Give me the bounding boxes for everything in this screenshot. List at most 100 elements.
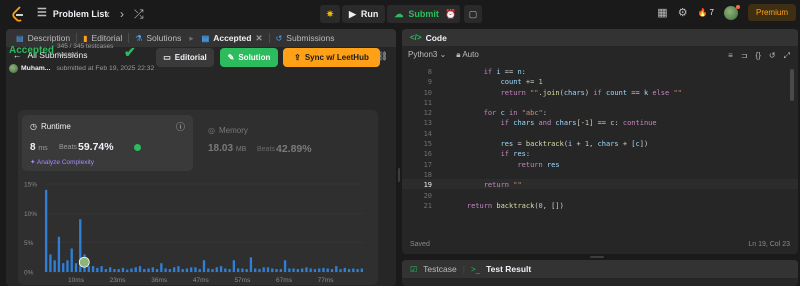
- chart-bar[interactable]: [138, 266, 142, 272]
- next-problem-icon[interactable]: ›: [120, 7, 124, 22]
- chart-bar[interactable]: [160, 263, 163, 272]
- chart-bar[interactable]: [360, 268, 364, 272]
- chart-bar[interactable]: [215, 267, 218, 272]
- chart-bar[interactable]: [202, 260, 206, 272]
- chart-bar[interactable]: [305, 267, 308, 272]
- vertical-scrollbar[interactable]: [790, 69, 794, 101]
- chart-bar[interactable]: [207, 268, 210, 272]
- auto-toggle[interactable]: 🔒︎ Auto: [456, 50, 479, 60]
- chart-bar[interactable]: [300, 268, 304, 272]
- chart-bar[interactable]: [53, 260, 56, 272]
- chart-bar[interactable]: [283, 260, 287, 272]
- chart-bar[interactable]: [44, 189, 48, 272]
- your-submission-marker[interactable]: [78, 256, 90, 268]
- chart-bar[interactable]: [194, 267, 197, 272]
- chart-bar[interactable]: [211, 269, 214, 272]
- shuffle-icon[interactable]: ⤮: [134, 7, 144, 22]
- chart-bar[interactable]: [151, 267, 154, 272]
- chart-bar[interactable]: [143, 269, 146, 272]
- info-icon[interactable]: ⓘ: [176, 120, 185, 133]
- chart-bar[interactable]: [66, 260, 69, 272]
- settings-gear-icon[interactable]: ⚙: [678, 6, 688, 19]
- run-button[interactable]: ▶ Run: [342, 5, 386, 23]
- chart-bar[interactable]: [57, 236, 61, 272]
- streak-counter[interactable]: 🔥 7: [698, 8, 714, 17]
- tab-test-result[interactable]: Test Result: [486, 264, 531, 274]
- tab-testcase[interactable]: Testcase: [423, 264, 457, 274]
- chart-bar[interactable]: [172, 267, 176, 272]
- sync-leethub-button[interactable]: ⇪ Sync w/ LeetHub: [283, 48, 380, 67]
- notes-icon[interactable]: ▢: [464, 5, 482, 23]
- prev-problem-icon[interactable]: ‹: [106, 7, 110, 22]
- resize-handle[interactable]: [590, 256, 604, 258]
- code-editor[interactable]: if i == n: count += 1 return "".join(cha…: [450, 67, 682, 211]
- chart-bar[interactable]: [352, 268, 355, 272]
- braces-icon[interactable]: {}: [756, 51, 761, 61]
- chart-bar[interactable]: [249, 257, 253, 272]
- close-tab-icon[interactable]: ✕: [255, 33, 262, 44]
- panel-divider[interactable]: [397, 29, 401, 286]
- chart-bar[interactable]: [198, 269, 201, 272]
- chart-bar[interactable]: [219, 266, 223, 272]
- submit-button[interactable]: ☁ Submit: [387, 5, 446, 23]
- chart-bar[interactable]: [232, 260, 236, 272]
- chart-bar[interactable]: [309, 268, 312, 272]
- chart-bar[interactable]: [147, 268, 150, 272]
- analyze-complexity-link[interactable]: ✦ Analyze Complexity: [30, 158, 94, 166]
- runtime-distribution-chart[interactable]: 15% 10% 5% 0% 10ms 23ms 36ms 47ms 57ms 67ms 77ms: [22, 176, 372, 286]
- chart-bar[interactable]: [49, 254, 52, 272]
- memory-title[interactable]: ◎ Memory: [208, 126, 248, 135]
- solution-button[interactable]: ✎ Solution: [220, 48, 278, 67]
- chart-bar[interactable]: [96, 267, 99, 272]
- tab-solutions[interactable]: ⚗ Solutions: [129, 33, 187, 43]
- chart-bar[interactable]: [91, 266, 95, 272]
- chart-bar[interactable]: [185, 268, 189, 272]
- chart-bar[interactable]: [228, 269, 231, 272]
- chart-bar[interactable]: [266, 267, 270, 272]
- chart-bar[interactable]: [296, 269, 300, 272]
- chart-bar[interactable]: [356, 269, 359, 272]
- chart-bar[interactable]: [322, 267, 325, 272]
- problem-list-button[interactable]: ☰ Problem List: [37, 8, 107, 19]
- chart-bar[interactable]: [224, 268, 227, 272]
- chart-bar[interactable]: [330, 269, 334, 272]
- chart-bar[interactable]: [279, 269, 282, 272]
- author-avatar[interactable]: [9, 64, 18, 73]
- resize-handle[interactable]: [398, 168, 400, 182]
- chart-bar[interactable]: [190, 267, 193, 272]
- chart-bar[interactable]: [87, 266, 90, 272]
- alarm-clock-icon[interactable]: ⏰: [442, 5, 460, 23]
- runtime-card[interactable]: ◷ Runtime ⓘ 8 ms Beats 59.74% ✦ Analyze …: [22, 115, 193, 171]
- debug-button[interactable]: ✷: [320, 5, 340, 23]
- chart-bar[interactable]: [236, 268, 240, 272]
- chart-bar[interactable]: [245, 269, 248, 272]
- premium-button[interactable]: Premium: [747, 4, 796, 21]
- leetcode-logo-icon[interactable]: [11, 6, 25, 22]
- chart-bar[interactable]: [262, 267, 265, 272]
- bookmark-icon[interactable]: ⊐: [741, 51, 748, 61]
- chart-bar[interactable]: [62, 263, 65, 272]
- chart-bar[interactable]: [70, 248, 73, 272]
- reset-icon[interactable]: ↺: [769, 51, 776, 61]
- editorial-button[interactable]: ▭ Editorial: [156, 48, 214, 67]
- chart-bar[interactable]: [155, 269, 159, 272]
- chart-bar[interactable]: [335, 266, 338, 272]
- chart-bar[interactable]: [164, 268, 167, 272]
- chart-bar[interactable]: [241, 268, 244, 272]
- chart-bar[interactable]: [113, 269, 116, 272]
- chart-bar[interactable]: [343, 267, 346, 272]
- layout-grid-icon[interactable]: ▦: [657, 6, 667, 19]
- chart-bar[interactable]: [181, 269, 184, 272]
- chart-bar[interactable]: [347, 269, 351, 272]
- chart-bar[interactable]: [177, 266, 180, 272]
- tab-description[interactable]: ▤ Description: [10, 33, 76, 43]
- chart-bar[interactable]: [339, 269, 342, 272]
- chart-bar[interactable]: [326, 268, 329, 272]
- chart-bar[interactable]: [121, 267, 125, 272]
- chart-bar[interactable]: [318, 268, 321, 272]
- chart-bar[interactable]: [134, 267, 137, 272]
- language-select[interactable]: Python3 ⌄: [408, 50, 446, 59]
- author-name[interactable]: Muham...: [21, 65, 50, 72]
- chart-bar[interactable]: [254, 268, 257, 272]
- tab-accepted[interactable]: ▤ Accepted ✕: [196, 33, 269, 44]
